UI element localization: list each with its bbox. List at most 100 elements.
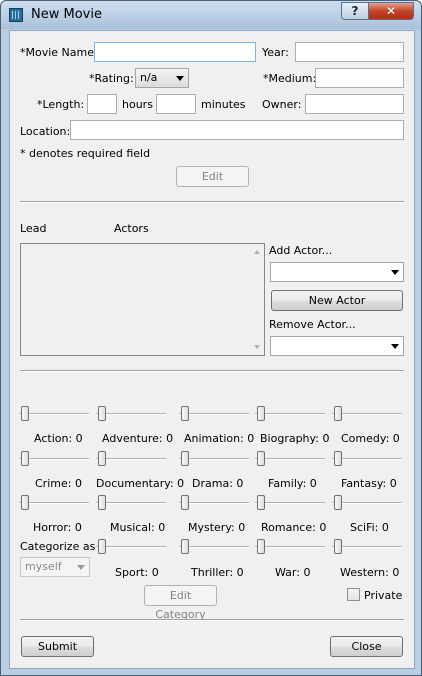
movie-name-label: *Movie Name: [20, 46, 98, 59]
thriller-label: Thriller: 0 [191, 566, 244, 579]
family-slider[interactable] [255, 449, 325, 469]
crime-slider[interactable] [19, 449, 89, 469]
thriller-slider[interactable] [179, 537, 249, 557]
romance-label: Romance: 0 [261, 521, 327, 534]
film-app-icon [9, 8, 23, 22]
edit-button[interactable]: Edit [176, 166, 249, 187]
slider-thumb[interactable] [21, 451, 29, 466]
slider-thumb[interactable] [334, 451, 342, 466]
slider-thumb[interactable] [257, 451, 265, 466]
slider-thumb[interactable] [181, 451, 189, 466]
comedy-label: Comedy: 0 [341, 432, 400, 445]
adventure-label: Adventure: 0 [102, 432, 174, 445]
rating-label: *Rating: [89, 72, 134, 85]
slider-thumb[interactable] [181, 406, 189, 421]
rating-value: n/a [140, 71, 158, 84]
required-note: * denotes required field [20, 147, 151, 160]
dialog-content: *Movie Name: Year: *Rating: n/a *Medium:… [9, 30, 415, 669]
location-label: Location: [20, 125, 71, 138]
slider-thumb[interactable] [21, 495, 29, 510]
slider-thumb[interactable] [98, 539, 106, 554]
minutes-input[interactable] [156, 94, 196, 114]
categorize-as-select[interactable]: myself [20, 557, 90, 577]
animation-label: Animation: 0 [184, 432, 255, 445]
slider-thumb[interactable] [334, 495, 342, 510]
private-label: Private [364, 589, 403, 602]
biography-slider[interactable] [255, 404, 325, 424]
animation-slider[interactable] [179, 404, 249, 424]
owner-input[interactable] [305, 94, 404, 114]
add-actor-label: Add Actor... [269, 244, 333, 257]
separator [20, 370, 404, 372]
action-slider[interactable] [19, 404, 89, 424]
family-label: Family: 0 [268, 477, 317, 490]
add-actor-select[interactable] [270, 262, 404, 282]
crime-label: Crime: 0 [35, 477, 82, 490]
romance-slider[interactable] [255, 493, 325, 513]
remove-actor-select[interactable] [270, 336, 404, 356]
documentary-slider[interactable] [96, 449, 166, 469]
new-movie-window: New Movie ? ✕ *Movie Name: Year: *Rating… [0, 0, 422, 676]
new-actor-button[interactable]: New Actor [271, 290, 403, 311]
minutes-label: minutes [201, 98, 246, 111]
documentary-label: Documentary: 0 [96, 477, 185, 490]
medium-label: *Medium: [263, 72, 317, 85]
location-input[interactable] [70, 120, 404, 140]
war-slider[interactable] [255, 537, 325, 557]
submit-button[interactable]: Submit [21, 636, 94, 657]
adventure-slider[interactable] [96, 404, 166, 424]
drama-slider[interactable] [179, 449, 249, 469]
help-button[interactable]: ? [341, 2, 369, 20]
slider-thumb[interactable] [334, 406, 342, 421]
horror-slider[interactable] [19, 493, 89, 513]
slider-thumb[interactable] [334, 539, 342, 554]
scifi-label: SciFi: 0 [350, 521, 389, 534]
window-close-button[interactable]: ✕ [368, 2, 414, 20]
separator [20, 201, 404, 203]
owner-label: Owner: [262, 98, 302, 111]
western-label: Western: 0 [340, 566, 400, 579]
comedy-slider[interactable] [332, 404, 402, 424]
chevron-down-icon [391, 270, 399, 275]
slider-thumb[interactable] [21, 406, 29, 421]
war-label: War: 0 [275, 566, 311, 579]
private-checkbox[interactable] [347, 588, 360, 601]
slider-thumb[interactable] [98, 406, 106, 421]
separator [20, 619, 404, 621]
chevron-down-icon [391, 344, 399, 349]
hours-input[interactable] [87, 94, 117, 114]
slider-thumb[interactable] [98, 495, 106, 510]
movie-name-input[interactable] [94, 42, 256, 62]
slider-thumb[interactable] [257, 495, 265, 510]
scroll-down-icon[interactable] [254, 345, 260, 349]
musical-slider[interactable] [96, 493, 166, 513]
slider-thumb[interactable] [98, 451, 106, 466]
title-bar[interactable]: New Movie ? ✕ [1, 1, 421, 29]
musical-label: Musical: 0 [110, 521, 166, 534]
close-button[interactable]: Close [330, 636, 403, 657]
rating-select[interactable]: n/a [135, 68, 189, 88]
length-label: *Length: [37, 98, 85, 111]
slider-thumb[interactable] [181, 539, 189, 554]
scroll-up-icon[interactable] [254, 250, 260, 254]
edit-category-button[interactable]: Edit Category [144, 585, 217, 621]
western-slider[interactable] [332, 537, 402, 557]
year-input[interactable] [295, 42, 404, 62]
mystery-slider[interactable] [179, 493, 249, 513]
sport-slider[interactable] [96, 537, 166, 557]
slider-thumb[interactable] [257, 406, 265, 421]
horror-label: Horror: 0 [33, 521, 82, 534]
scifi-slider[interactable] [332, 493, 402, 513]
slider-thumb[interactable] [257, 539, 265, 554]
medium-input[interactable] [315, 68, 404, 88]
categorize-as-label: Categorize as [20, 540, 96, 553]
actors-list[interactable] [20, 243, 265, 356]
remove-actor-label: Remove Actor... [269, 318, 356, 331]
chevron-down-icon [77, 565, 85, 570]
fantasy-slider[interactable] [332, 449, 402, 469]
slider-thumb[interactable] [181, 495, 189, 510]
drama-label: Drama: 0 [192, 477, 244, 490]
sport-label: Sport: 0 [115, 566, 159, 579]
actors-list-scrollbar[interactable] [251, 244, 264, 355]
chevron-down-icon [176, 76, 184, 81]
